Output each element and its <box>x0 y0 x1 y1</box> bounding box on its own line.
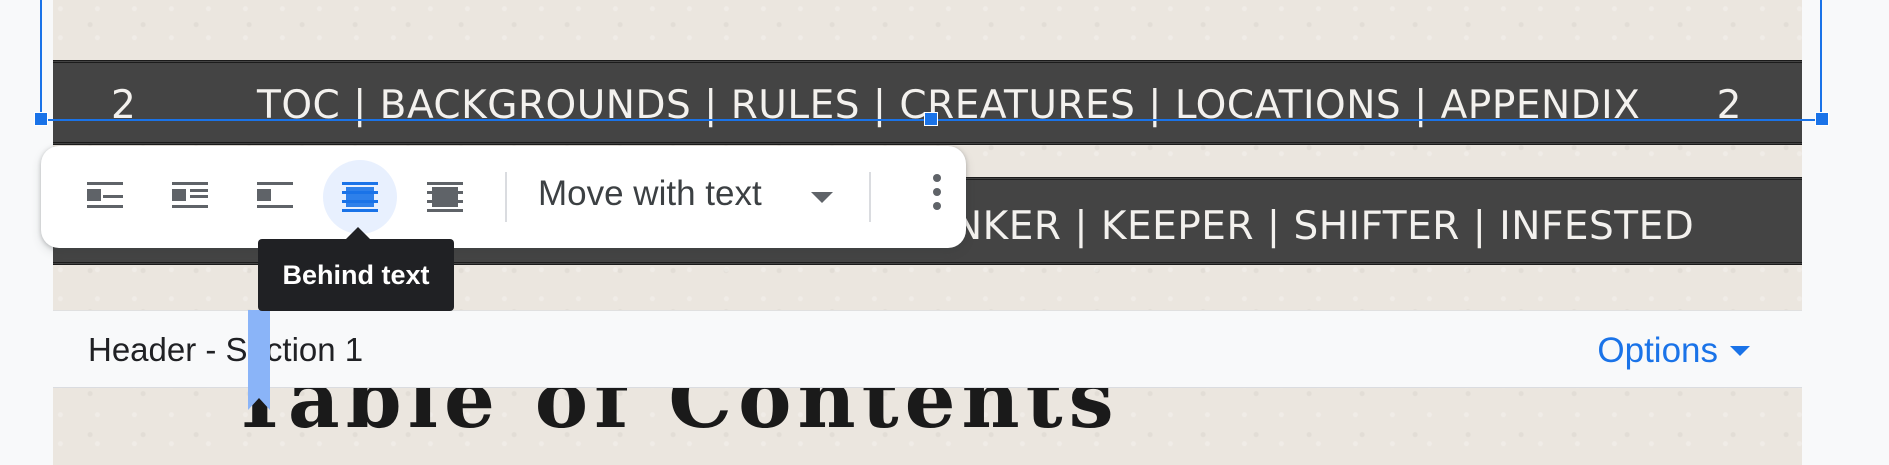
bookmark-ribbon-icon <box>248 310 270 410</box>
in-front-of-text-icon <box>427 182 463 212</box>
behind-text-button[interactable] <box>323 160 397 234</box>
more-options-button[interactable] <box>926 174 948 220</box>
break-text-icon <box>257 182 293 208</box>
wrap-text-button[interactable] <box>153 160 227 234</box>
resize-handle-left[interactable] <box>34 112 48 126</box>
position-mode-dropdown[interactable]: Move with text <box>538 174 762 214</box>
wrap-inline-button[interactable] <box>68 160 142 234</box>
toolbar-divider <box>869 172 871 222</box>
tooltip-arrow <box>346 227 370 239</box>
image-options-toolbar: Move with text <box>41 146 966 248</box>
selection-border-right <box>1820 0 1822 120</box>
in-front-of-text-button[interactable] <box>408 160 482 234</box>
header-section-label: Header - Section 1 <box>88 331 364 368</box>
more-vert-icon <box>933 174 941 182</box>
behind-text-icon <box>342 182 378 212</box>
secondary-nav-text: NKER | KEEPER | SHIFTER | INFESTED <box>953 204 1695 249</box>
wrap-inline-icon <box>87 182 123 208</box>
header-section-bar: Header - Section 1 Options <box>53 310 1802 388</box>
options-label: Options <box>1597 331 1718 370</box>
chevron-down-icon[interactable] <box>811 192 833 203</box>
caret-down-icon <box>1730 346 1750 356</box>
page-number-left: 2 <box>111 83 137 128</box>
resize-handle-right[interactable] <box>1815 112 1829 126</box>
selection-border-left <box>40 0 42 120</box>
options-dropdown[interactable]: Options <box>1597 331 1750 371</box>
behind-text-tooltip: Behind text <box>258 239 454 311</box>
page-number-right: 2 <box>1716 83 1742 128</box>
wrap-text-icon <box>172 182 208 208</box>
toolbar-divider <box>505 172 507 222</box>
header-image-band[interactable]: 2 TOC | BACKGROUNDS | RULES | CREATURES … <box>53 60 1802 145</box>
nav-links-text: TOC | BACKGROUNDS | RULES | CREATURES | … <box>257 83 1641 128</box>
resize-handle-middle[interactable] <box>924 112 938 126</box>
break-text-button[interactable] <box>238 160 312 234</box>
